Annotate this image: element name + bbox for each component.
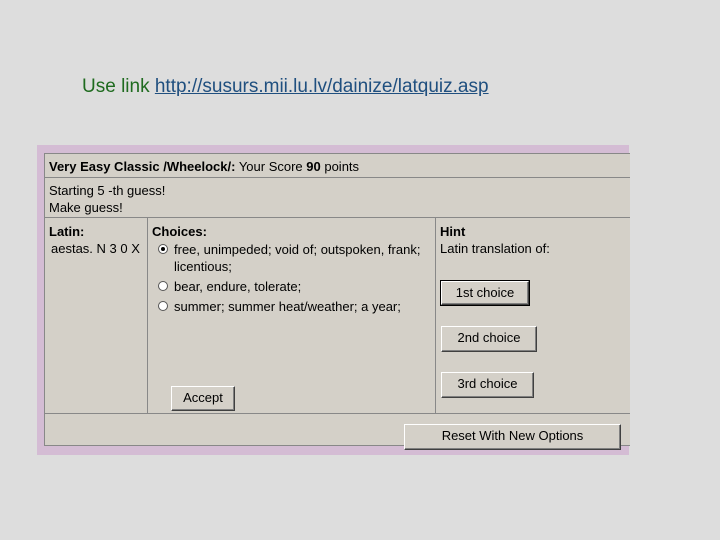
choices-column: Choices: free, unimpeded; void of; outsp… [148,218,436,414]
status-line-2: Make guess! [49,200,123,215]
quiz-table: Very Easy Classic /Wheelock/: Your Score… [44,153,630,450]
choice-option-2[interactable]: bear, endure, tolerate; [152,278,431,295]
instruction-prefix: Use link [82,76,155,97]
latin-column: Latin: aestas. N 3 0 X [45,218,148,414]
choice-text-2: bear, endure, tolerate; [174,279,302,294]
choice-text-1: free, unimpeded; void of; outspoken, fra… [174,242,421,274]
quiz-screenshot: Very Easy Classic /Wheelock/: Your Score… [37,145,630,455]
quiz-title-row: Very Easy Classic /Wheelock/: Your Score… [45,154,630,178]
reset-button[interactable]: Reset With New Options [404,424,621,450]
hint-2nd-choice-button[interactable]: 2nd choice [441,326,537,352]
radio-icon[interactable] [158,301,168,311]
score-value: 90 [306,159,321,174]
choice-option-3[interactable]: summer; summer heat/weather; a year; [152,298,431,315]
accept-button[interactable]: Accept [171,386,235,411]
status-line-1: Starting 5 -th guess! [49,183,166,198]
radio-icon[interactable] [158,281,168,291]
choices-label: Choices: [152,224,207,239]
choice-option-1[interactable]: free, unimpeded; void of; outspoken, fra… [152,241,431,275]
quiz-title: Very Easy Classic /Wheelock/: [49,159,236,174]
latin-label: Latin: [49,224,85,239]
radio-selected-icon[interactable] [158,244,168,254]
hint-1st-choice-button[interactable]: 1st choice [440,280,530,306]
choice-text-3: summer; summer heat/weather; a year; [174,299,401,314]
hint-3rd-choice-button[interactable]: 3rd choice [441,372,534,398]
hint-label: Hint [440,224,466,239]
score-prefix: Your Score [235,159,307,174]
status-row: Starting 5 -th guess! Make guess! [45,178,630,218]
quiz-link[interactable]: http://susurs.mii.lu.lv/dainize/latquiz.… [155,76,489,97]
instruction-heading: Use link http://susurs.mii.lu.lv/dainize… [82,76,489,98]
hint-text: Latin translation of: [440,241,550,256]
latin-word: aestas. N 3 0 X [51,241,140,256]
score-suffix: points [320,159,360,174]
